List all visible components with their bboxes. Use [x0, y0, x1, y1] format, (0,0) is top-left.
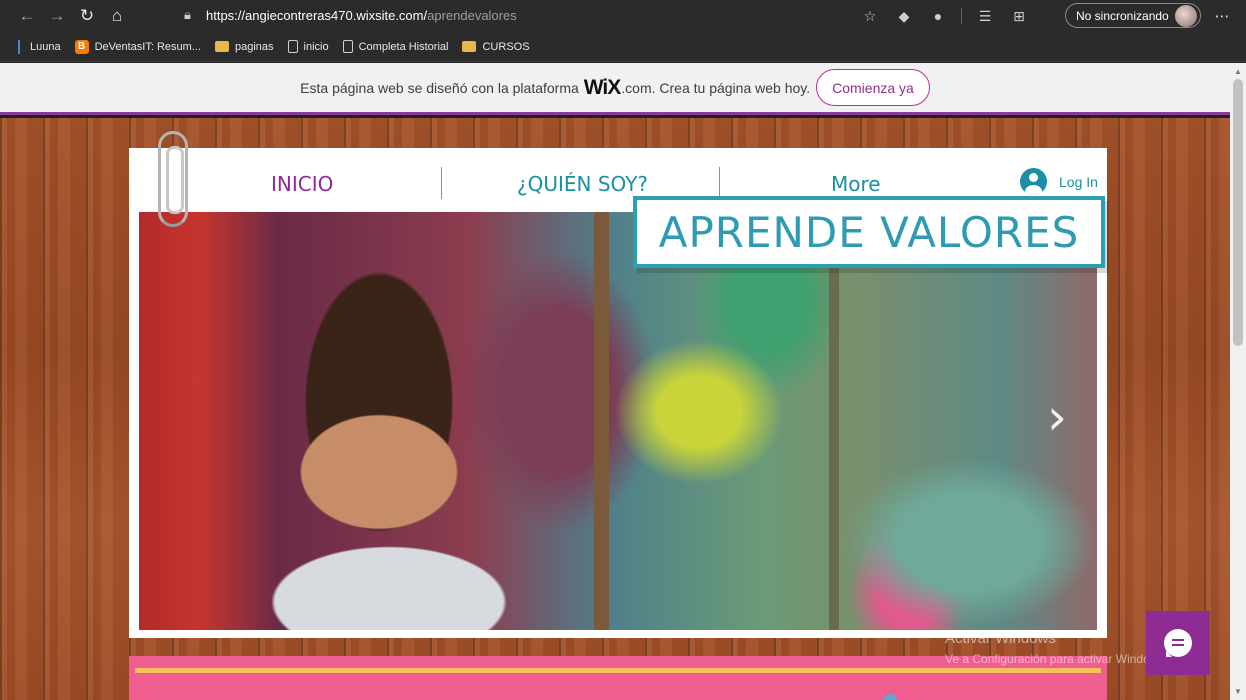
avatar	[1175, 5, 1197, 27]
bookmark-label: Luuna	[30, 40, 61, 53]
bookmark-label: inicio	[303, 40, 329, 53]
chat-icon	[1164, 629, 1192, 657]
bookmark-deventasit[interactable]: B DeVentasIT: Resum...	[74, 39, 201, 54]
watermark-line2: Ve a Configuración para activar Windows.	[945, 652, 1168, 666]
collections-icon[interactable]: ⊞	[1002, 4, 1036, 28]
nav-more[interactable]: More	[831, 172, 881, 196]
bookmark-label: Completa Historial	[358, 40, 449, 53]
reload-icon[interactable]: ↻	[72, 2, 102, 30]
extension-pin-icon[interactable]: ●	[921, 4, 955, 28]
nav-inicio[interactable]: INICIO	[271, 172, 333, 196]
bookmark-cursos[interactable]: CURSOS	[462, 40, 530, 53]
page-viewport: Esta página web se diseñó con la platafo…	[0, 63, 1246, 700]
extension-icon[interactable]: ◆	[887, 4, 921, 28]
wix-banner-text-after: .com. Crea tu página web hoy.	[621, 79, 811, 96]
hero-title-box: APRENDE VALORES	[633, 196, 1105, 268]
scroll-down-icon[interactable]: ▼	[1234, 687, 1242, 696]
wix-banner: Esta página web se diseñó con la platafo…	[0, 63, 1230, 115]
hero-title: APRENDE VALORES	[658, 207, 1080, 257]
page-scrollbar[interactable]: ▲ ▼	[1230, 63, 1246, 700]
login-button[interactable]: Log In	[1020, 168, 1098, 195]
back-arrow-icon[interactable]: ←	[12, 2, 42, 30]
page-icon	[287, 40, 298, 53]
profile-button[interactable]: No sincronizando	[1065, 3, 1201, 28]
browser-toolbar: ← → ↻ ⌂ 🔒︎ https://angiecontreras470.wix…	[0, 0, 1246, 32]
wix-banner-text: Esta página web se diseñó con la platafo…	[300, 79, 579, 96]
favorite-add-icon[interactable]: ☆	[853, 4, 887, 28]
folder-icon	[214, 41, 229, 52]
site-card: INICIO ¿QUIÉN SOY? More Log In › APRENDE…	[129, 148, 1107, 638]
scroll-up-icon[interactable]: ▲	[1234, 67, 1242, 76]
bookmark-completa-historial[interactable]: Completa Historial	[342, 40, 449, 53]
home-icon[interactable]: ⌂	[102, 2, 132, 30]
bookmark-bar-icon	[18, 39, 20, 54]
hero-slideshow: ›	[139, 212, 1097, 630]
folder-icon	[462, 41, 477, 52]
page-icon	[342, 40, 353, 53]
bookmark-inicio[interactable]: inicio	[287, 40, 329, 53]
strip-dot	[883, 694, 897, 700]
more-menu-icon[interactable]: ⋯	[1210, 4, 1234, 28]
nav-separator	[719, 167, 720, 199]
windows-activation-watermark: Activar Windows Ve a Configuración para …	[945, 629, 1168, 669]
bookmark-label: DeVentasIT: Resum...	[94, 40, 201, 53]
paperclip-icon	[158, 131, 188, 227]
bookmark-label: paginas	[234, 40, 274, 53]
comienza-ya-button[interactable]: Comienza ya	[816, 69, 930, 106]
chevron-right-icon[interactable]: ›	[1047, 392, 1077, 442]
lock-icon: 🔒︎	[184, 7, 191, 22]
chat-button[interactable]	[1146, 611, 1210, 675]
scrollbar-thumb[interactable]	[1233, 79, 1243, 346]
blogger-icon: B	[74, 39, 89, 54]
bookmark-luuna[interactable]: Luuna	[18, 39, 61, 54]
favorites-icon[interactable]: ☰	[968, 4, 1002, 28]
bookmark-paginas[interactable]: paginas	[214, 40, 274, 53]
login-label: Log In	[1059, 173, 1098, 190]
bookmark-label: CURSOS	[482, 40, 530, 53]
nav-separator	[441, 167, 442, 199]
toolbar-separator	[961, 8, 962, 24]
wix-logo: WiX	[583, 75, 621, 99]
user-icon	[1020, 168, 1047, 195]
url-host: https://angiecontreras470.wixsite.com/	[206, 7, 428, 23]
forward-arrow-icon[interactable]: →	[42, 2, 72, 30]
bookmarks-bar: Luuna B DeVentasIT: Resum... paginas ini…	[0, 32, 1246, 62]
url-path: aprendevalores	[427, 7, 517, 23]
watermark-line1: Activar Windows	[945, 630, 1056, 647]
nav-quien-soy[interactable]: ¿QUIÉN SOY?	[517, 172, 648, 196]
profile-label: No sincronizando	[1076, 8, 1169, 23]
